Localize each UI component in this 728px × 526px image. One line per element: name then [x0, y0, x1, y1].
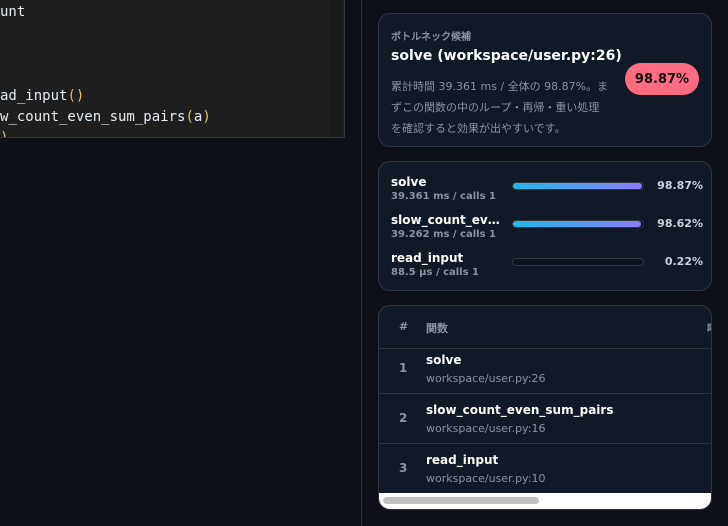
paren-pair: () — [67, 88, 85, 104]
bar-percent: 98.62% — [657, 217, 703, 230]
bottleneck-title: solve (workspace/user.py:26) — [391, 48, 622, 64]
bar-track — [512, 182, 644, 190]
row-function: solve — [426, 353, 462, 367]
row-number: 3 — [399, 461, 408, 475]
table-horizontal-scrollbar[interactable] — [379, 493, 711, 509]
row-number: 2 — [399, 411, 408, 425]
row-function: slow_count_even_sum_pairs — [426, 403, 614, 417]
code-text: ad_input — [0, 88, 68, 104]
column-header-function[interactable]: 関数 — [426, 320, 448, 336]
code-line: w_count_even_sum_pairs(a) — [0, 109, 211, 125]
row-number: 1 — [399, 361, 408, 375]
bar-meta: 39.361 ms / calls 1 — [391, 191, 496, 202]
bar-function-name: read_input — [391, 251, 464, 265]
code-line: ) — [0, 130, 9, 138]
function-table: # 関数 呼 1 solve workspace/user.py:26 2 sl… — [378, 305, 712, 510]
percent-badge: 98.87% — [625, 63, 699, 95]
profiler-panel: ボトルネック候補 solve (workspace/user.py:26) 累計… — [362, 0, 728, 526]
bar-row: read_input 88.5 µs / calls 1 0.22% — [391, 251, 703, 281]
time-bars-card: solve 39.361 ms / calls 1 98.87% slow_co… — [378, 161, 712, 291]
bar-fill — [513, 183, 642, 189]
bottleneck-detail: 累計時間 39.361 ms / 全体の 98.87%。まずこの関数の中のループ… — [391, 80, 609, 135]
column-header-calls[interactable]: 呼 — [707, 320, 711, 336]
code-editor[interactable]: unt ad_input() w_count_even_sum_pairs(a)… — [0, 0, 345, 138]
bar-track — [512, 258, 644, 266]
column-header-index[interactable]: # — [399, 320, 408, 333]
code-line: ad_input() — [0, 88, 84, 104]
bar-row: solve 39.361 ms / calls 1 98.87% — [391, 175, 703, 205]
row-location: workspace/user.py:26 — [426, 372, 546, 385]
code-text: unt — [0, 4, 26, 20]
table-row[interactable]: 3 read_input workspace/user.py:10 — [379, 443, 711, 493]
bar-fill — [513, 221, 642, 227]
paren-close: ) — [202, 109, 211, 125]
code-line: unt — [0, 4, 25, 20]
bar-function-name: slow_count_even_sum_pairs — [391, 213, 507, 227]
paren-open: ( — [185, 109, 194, 125]
editor-scrollbar[interactable] — [330, 0, 342, 137]
bar-row: slow_count_even_sum_pairs 39.262 ms / ca… — [391, 213, 703, 243]
bottleneck-card: ボトルネック候補 solve (workspace/user.py:26) 累計… — [378, 13, 712, 147]
table-row[interactable]: 1 solve workspace/user.py:26 — [379, 343, 711, 394]
bottleneck-kicker: ボトルネック候補 — [391, 32, 471, 43]
bar-meta: 88.5 µs / calls 1 — [391, 267, 480, 278]
paren-close: ) — [0, 130, 9, 138]
bar-percent: 98.87% — [657, 179, 703, 192]
code-text: w_count_even_sum_pairs — [0, 109, 186, 125]
table-row[interactable]: 2 slow_count_even_sum_pairs workspace/us… — [379, 393, 711, 444]
row-location: workspace/user.py:16 — [426, 422, 546, 435]
row-function: read_input — [426, 453, 499, 467]
bar-track — [512, 220, 644, 228]
bar-function-name: solve — [391, 175, 427, 189]
scrollbar-thumb[interactable] — [383, 497, 539, 504]
row-location: workspace/user.py:10 — [426, 472, 546, 485]
bar-meta: 39.262 ms / calls 1 — [391, 229, 496, 240]
bar-percent: 0.22% — [664, 255, 703, 268]
